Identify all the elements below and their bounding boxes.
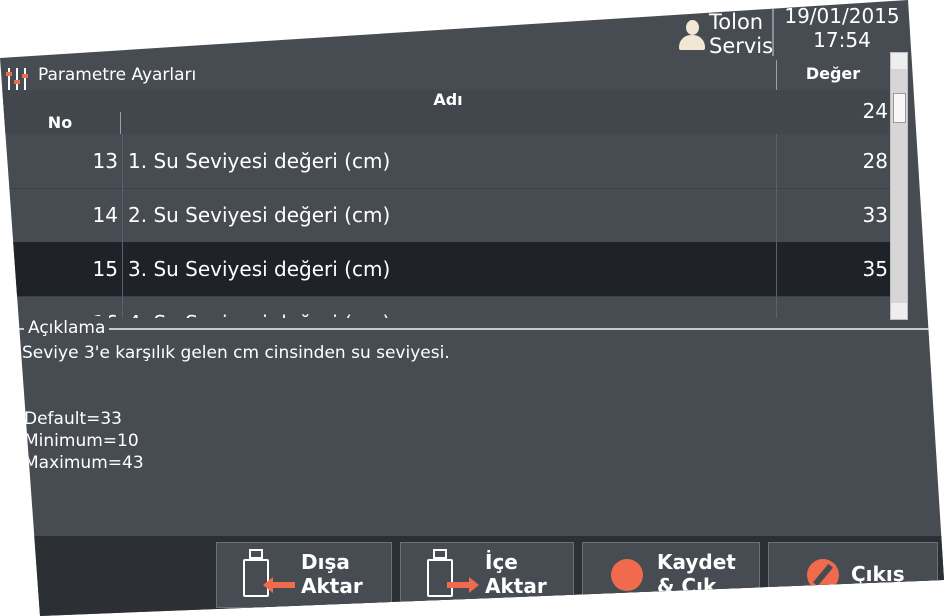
save-label-2: & Çık <box>657 574 717 598</box>
time-text: 17:54 <box>813 28 871 52</box>
column-header-no[interactable]: No <box>0 112 121 134</box>
bottom-toolbar: Dışa Aktar İçe Aktar Kaydet & Çık Çıkış <box>0 536 944 616</box>
parameter-table: 13 1. Su Seviyesi değeri (cm) 28 14 2. S… <box>0 134 890 318</box>
table-row-selected[interactable]: 15 3. Su Seviyesi değeri (cm) 35 <box>0 242 890 297</box>
description-legend: Açıklama <box>24 316 110 340</box>
partial-row-value: 24 <box>862 99 888 123</box>
save-label-1: Kaydet <box>657 550 736 574</box>
exit-label: Çıkış <box>851 562 905 586</box>
save-circle-icon <box>611 559 643 591</box>
maximum-value: Maximum=43 <box>24 453 144 473</box>
row-name: 2. Su Seviyesi değeri (cm) <box>128 203 391 227</box>
table-scrollbar[interactable] <box>890 52 908 320</box>
row-value: 33 <box>862 203 888 227</box>
scroll-up-arrow[interactable] <box>891 53 907 69</box>
user-icon <box>679 20 705 52</box>
table-row[interactable]: 14 2. Su Seviyesi değeri (cm) 33 <box>0 188 890 243</box>
export-label-1: Dışa <box>301 550 350 574</box>
row-value: 28 <box>862 149 888 173</box>
description-text: Seviye 3'e karşılık gelen cm cinsinden s… <box>22 343 450 363</box>
row-value: 35 <box>862 257 888 281</box>
arrow-right-icon <box>447 577 479 593</box>
scroll-down-arrow[interactable] <box>891 303 907 319</box>
default-value: Default=33 <box>24 409 122 429</box>
sliders-icon <box>6 68 30 90</box>
header-divider <box>772 6 774 56</box>
export-button[interactable]: Dışa Aktar <box>216 542 392 608</box>
exit-icon <box>807 559 839 591</box>
scroll-thumb[interactable] <box>893 93 906 123</box>
description-panel: Açıklama Seviye 3'e karşılık gelen cm ci… <box>16 316 936 538</box>
date-text: 19/01/2015 <box>784 4 900 28</box>
user-role: Servis <box>709 34 774 58</box>
user-name[interactable]: Tolon Servis <box>709 10 773 58</box>
device-screen: Tolon Servis 19/01/2015 17:54 Parametre … <box>0 0 944 616</box>
top-bar: Tolon Servis 19/01/2015 17:54 <box>0 0 944 60</box>
import-label-2: Aktar <box>485 574 547 598</box>
title-row: Parametre Ayarları Değer <box>0 60 890 91</box>
row-name: 3. Su Seviyesi değeri (cm) <box>128 257 391 281</box>
export-label-2: Aktar <box>301 574 363 598</box>
user-first-name: Tolon <box>709 10 764 34</box>
row-name: 1. Su Seviyesi değeri (cm) <box>128 149 391 173</box>
save-exit-button[interactable]: Kaydet & Çık <box>582 542 760 608</box>
datetime: 19/01/2015 17:54 <box>776 4 908 52</box>
import-label-1: İçe <box>485 550 518 574</box>
arrow-left-icon <box>263 577 295 593</box>
table-row[interactable]: 16 4. Su Seviyesi değeri (cm) <box>0 296 890 318</box>
exit-button[interactable]: Çıkış <box>768 542 938 608</box>
row-no: 15 <box>92 257 118 281</box>
row-no: 14 <box>92 203 118 227</box>
row-no: 16 <box>0 296 118 318</box>
row-name: 4. Su Seviyesi değeri (cm) <box>128 296 768 318</box>
row-no: 13 <box>92 149 118 173</box>
import-button[interactable]: İçe Aktar <box>400 542 574 608</box>
column-header-name[interactable]: Adı <box>120 90 776 110</box>
page-title: Parametre Ayarları <box>38 65 197 85</box>
minimum-value: Minimum=10 <box>24 431 139 451</box>
table-header: Adı No 24 <box>0 90 890 134</box>
table-row[interactable]: 13 1. Su Seviyesi değeri (cm) 28 <box>0 134 890 189</box>
